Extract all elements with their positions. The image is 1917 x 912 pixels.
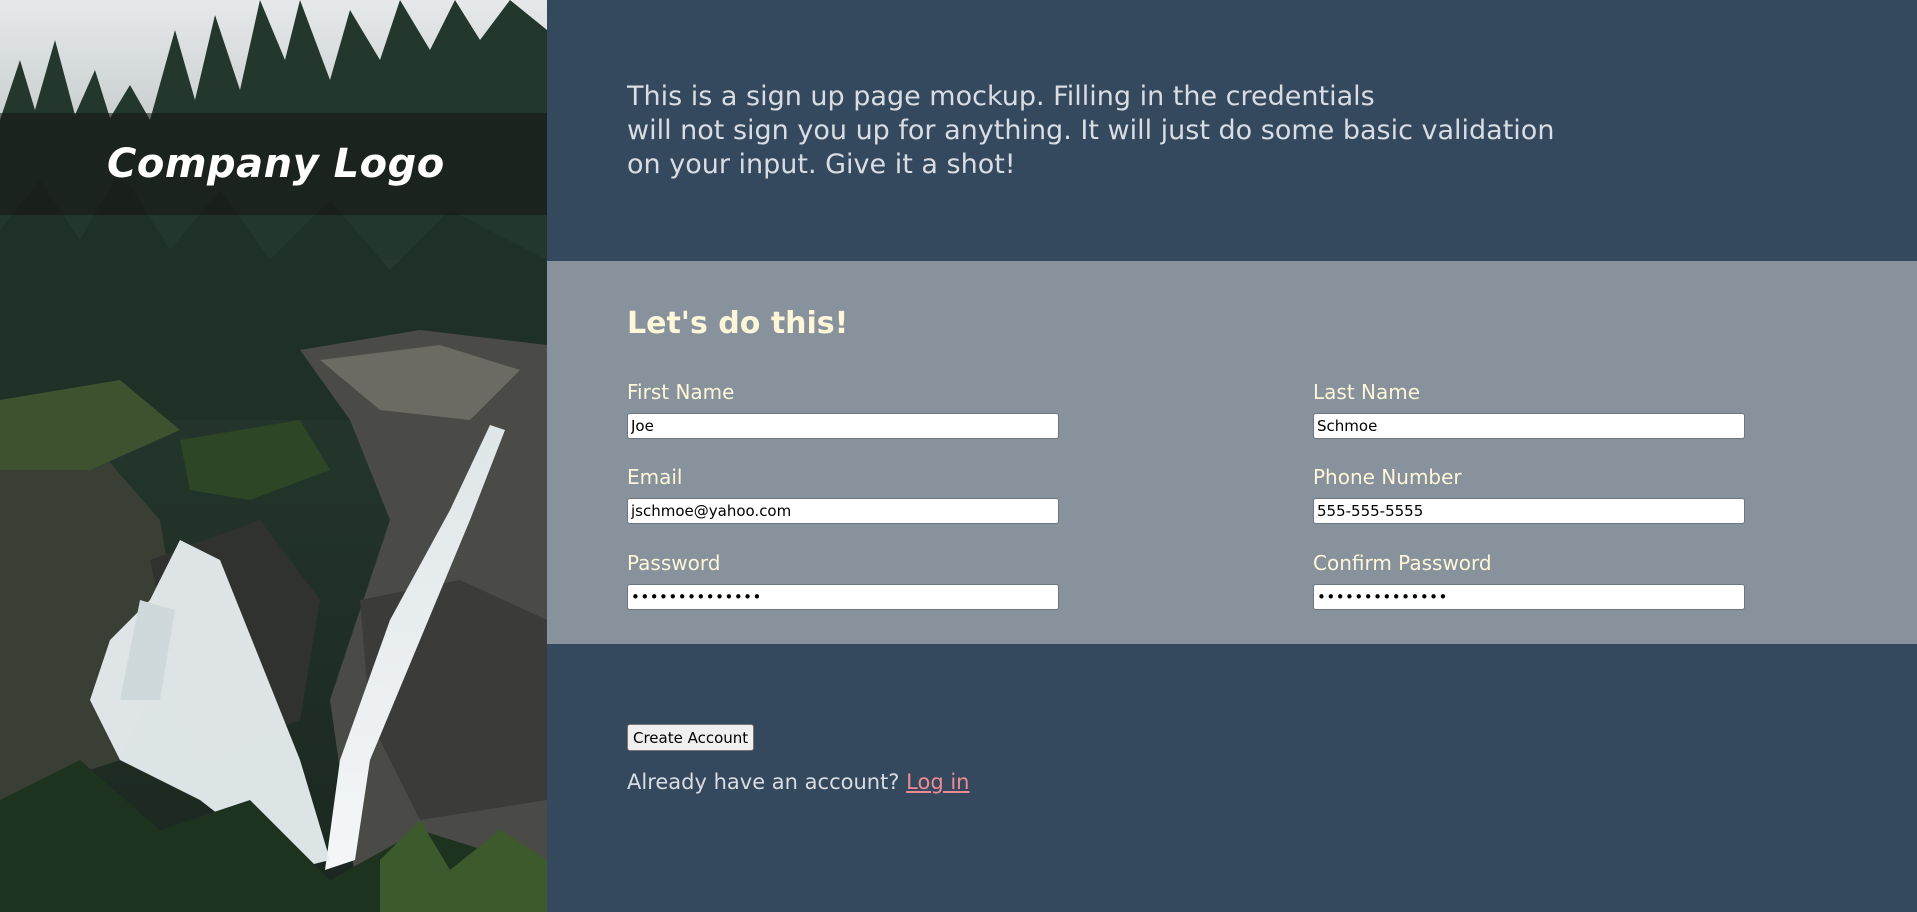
login-link[interactable]: Log in [906, 770, 969, 794]
company-logo: Company Logo [107, 141, 445, 187]
confirm-password-label: Confirm Password [1313, 551, 1492, 575]
password-input[interactable] [627, 584, 1059, 610]
first-name-input[interactable] [627, 413, 1059, 439]
login-prompt: Already have an account? Log in [627, 770, 969, 794]
phone-group: Phone Number [1313, 464, 1745, 524]
signup-form-section: Let's do this! First Name Last Name Emai… [547, 261, 1917, 644]
phone-label: Phone Number [1313, 465, 1462, 489]
login-prompt-text: Already have an account? [627, 770, 907, 794]
email-group: Email [627, 464, 1059, 524]
confirm-password-input[interactable] [1313, 584, 1745, 610]
last-name-group: Last Name [1313, 379, 1745, 439]
last-name-input[interactable] [1313, 413, 1745, 439]
last-name-label: Last Name [1313, 380, 1421, 404]
main-content: This is a sign up page mockup. Filling i… [547, 0, 1917, 912]
email-label: Email [627, 465, 683, 489]
intro-line: will not sign you up for anything. It wi… [627, 115, 1555, 146]
intro-text: This is a sign up page mockup. Filling i… [627, 80, 1627, 182]
form-heading: Let's do this! [627, 306, 849, 341]
email-input[interactable] [627, 498, 1059, 524]
intro-line: on your input. Give it a shot! [627, 149, 1016, 180]
password-label: Password [627, 551, 721, 575]
first-name-label: First Name [627, 380, 735, 404]
phone-input[interactable] [1313, 498, 1745, 524]
password-group: Password [627, 550, 1059, 610]
create-account-button[interactable]: Create Account [627, 724, 755, 751]
hero-panel: Company Logo [0, 0, 547, 912]
first-name-group: First Name [627, 379, 1059, 439]
logo-band: Company Logo [0, 113, 547, 215]
confirm-password-group: Confirm Password [1313, 550, 1745, 610]
intro-line: This is a sign up page mockup. Filling i… [627, 81, 1375, 112]
signup-page: Company Logo This is a sign up page mock… [0, 0, 1917, 912]
